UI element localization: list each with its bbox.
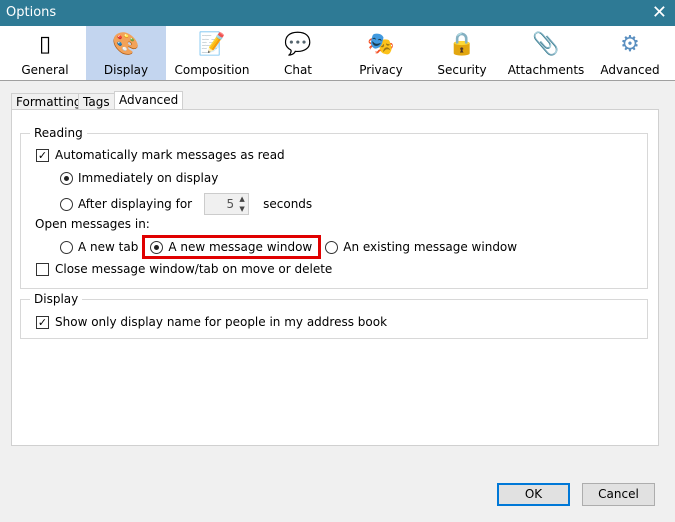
reading-legend: Reading — [30, 126, 87, 140]
attachments-paperclip-icon: 📎 — [532, 32, 560, 57]
radio-selected[interactable] — [60, 171, 73, 185]
tab-formatting[interactable]: Formatting — [11, 93, 87, 110]
category-toolbar: ▯ General 🎨 Display 📝 Composition 💬 Chat 🎭 Pr… — [0, 26, 675, 81]
close-on-move-checkbox[interactable]: Close message window/tab on move or dele… — [36, 262, 332, 276]
cancel-button[interactable]: Cancel — [582, 483, 655, 506]
close-icon[interactable]: ✕ — [652, 2, 667, 23]
window-title: Options — [6, 5, 57, 20]
radio-unselected[interactable] — [60, 240, 73, 254]
toolbar-security[interactable]: 🔒 Security — [422, 26, 502, 80]
immediately-radio[interactable]: Immediately on display — [60, 171, 218, 185]
ok-button[interactable]: OK — [497, 483, 570, 506]
toolbar-display[interactable]: 🎨 Display — [86, 26, 166, 80]
new-message-window-radio[interactable]: A new message window — [142, 235, 322, 259]
checkbox-checked[interactable]: ✓ — [36, 148, 49, 162]
reading-group: Reading ✓ Automatically mark messages as … — [20, 126, 648, 289]
after-displaying-radio[interactable]: After displaying for 5 ▲ ▼ seconds — [60, 193, 312, 215]
advanced-gear-icon: ⚙ — [620, 32, 640, 57]
tab-advanced[interactable]: Advanced — [114, 91, 184, 110]
display-group: Display ✓ Show only display name for peop… — [20, 292, 648, 339]
new-tab-radio[interactable]: A new tab — [60, 240, 138, 254]
tab-tags[interactable]: Tags — [78, 93, 115, 110]
advanced-panel: Reading ✓ Automatically mark messages as … — [11, 109, 659, 446]
seconds-spinner[interactable]: 5 ▲ ▼ — [204, 193, 250, 215]
display-legend: Display — [30, 292, 83, 306]
open-in-radio-group: A new tab A new message window An existi… — [60, 235, 517, 259]
toolbar-advanced[interactable]: ⚙ Advanced — [590, 26, 670, 80]
general-switch-icon: ▯ — [38, 32, 52, 57]
toolbar-privacy[interactable]: 🎭 Privacy — [341, 26, 421, 80]
spinner-arrows-icon[interactable]: ▲ ▼ — [236, 194, 248, 214]
toolbar-attachments[interactable]: 📎 Attachments — [506, 26, 586, 80]
show-display-name-checkbox[interactable]: ✓ Show only display name for people in my… — [36, 315, 387, 329]
privacy-mask-icon: 🎭 — [367, 32, 395, 57]
composition-pencil-icon: 📝 — [198, 32, 226, 57]
chat-bubble-icon: 💬 — [284, 32, 312, 57]
title-bar: Options ✕ — [0, 0, 675, 26]
radio-unselected[interactable] — [60, 197, 73, 211]
radio-unselected[interactable] — [325, 240, 339, 254]
checkbox-checked[interactable]: ✓ — [36, 315, 49, 329]
auto-mark-checkbox[interactable]: ✓ Automatically mark messages as read — [36, 148, 285, 162]
existing-window-radio[interactable]: An existing message window — [325, 240, 517, 254]
toolbar-composition[interactable]: 📝 Composition — [172, 26, 252, 80]
toolbar-chat[interactable]: 💬 Chat — [258, 26, 338, 80]
security-padlock-icon: 🔒 — [448, 32, 476, 57]
display-color-wheel-icon: 🎨 — [112, 32, 140, 57]
toolbar-general[interactable]: ▯ General — [5, 26, 85, 80]
radio-selected[interactable] — [150, 240, 164, 254]
open-messages-label: Open messages in: — [35, 217, 150, 231]
checkbox-unchecked[interactable] — [36, 262, 49, 276]
